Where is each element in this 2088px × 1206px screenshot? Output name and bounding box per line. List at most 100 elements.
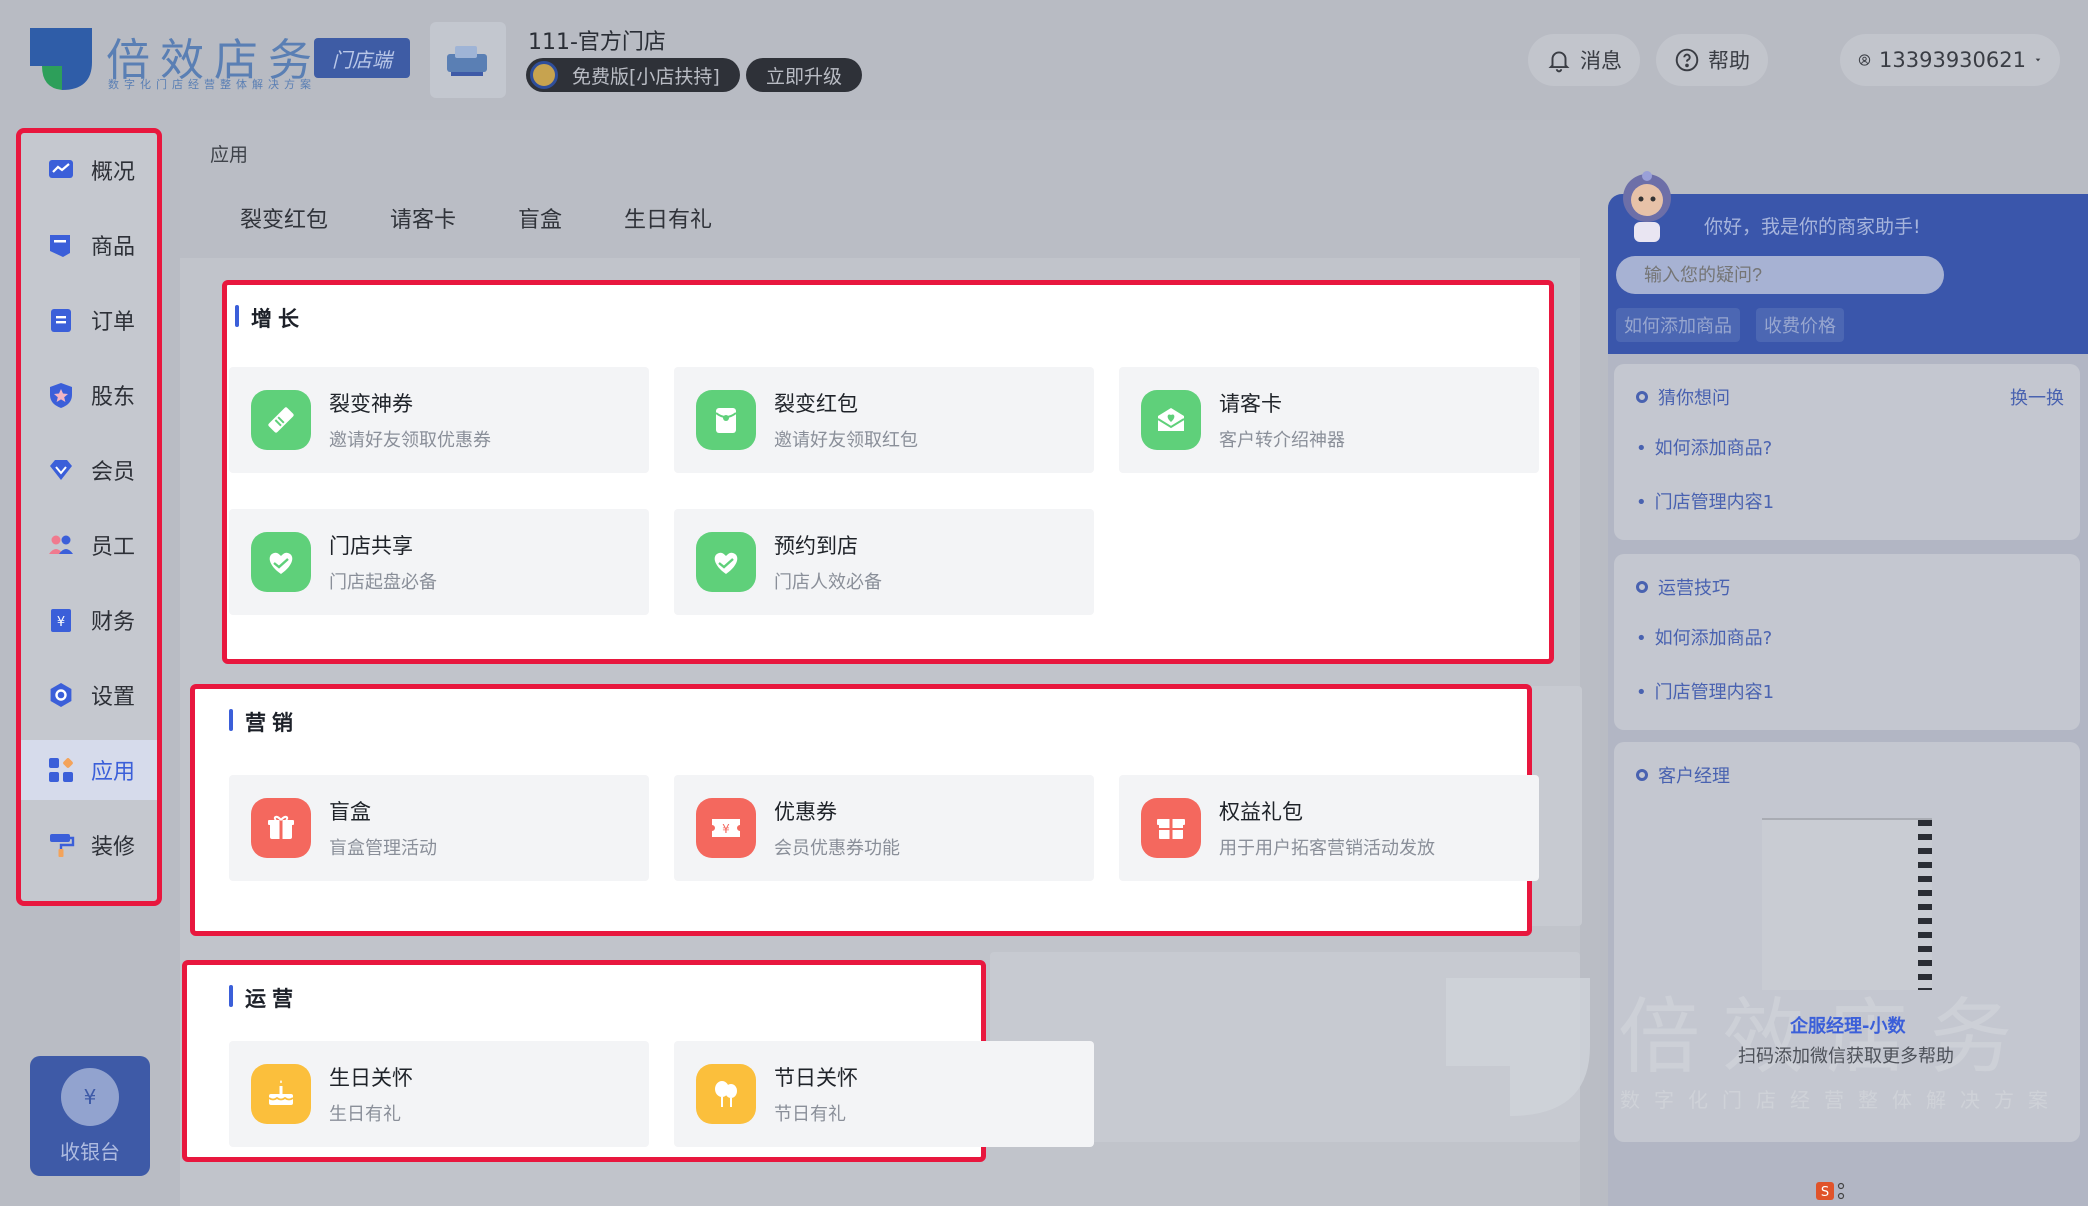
gift-box-icon bbox=[251, 798, 311, 858]
card-desc: 门店人效必备 bbox=[774, 572, 882, 593]
card-title: 客户经理 bbox=[1658, 766, 1730, 787]
red-envelope-icon bbox=[696, 390, 756, 450]
app-card-appointment[interactable]: 预约到店门店人效必备 bbox=[674, 509, 1094, 615]
sidebar-item-label: 财务 bbox=[91, 610, 136, 635]
sidebar-item-apps[interactable]: 应用 bbox=[21, 740, 157, 800]
plan-badge[interactable]: 免费版[小店扶持] bbox=[526, 58, 740, 92]
svg-text:¥: ¥ bbox=[722, 822, 730, 836]
brand-slogan: 数字化门店经营整体解决方案 bbox=[108, 78, 316, 91]
sidebar-item-staff[interactable]: 员工 bbox=[21, 515, 157, 575]
app-card-fission-coupon[interactable]: 裂变神券 邀请好友领取优惠券 bbox=[229, 367, 649, 473]
card-desc: 生日有礼 bbox=[329, 1104, 401, 1125]
app-card-benefit-pack[interactable]: 权益礼包用于用户拓客营销活动发放 bbox=[1119, 775, 1539, 881]
settings-icon bbox=[50, 683, 72, 707]
tab-blind-box[interactable]: 盲盒 bbox=[518, 202, 562, 234]
tab-fission-redpacket[interactable]: 裂变红包 bbox=[240, 202, 328, 234]
question-link[interactable]: 如何添加商品? bbox=[1636, 434, 1773, 460]
assistant-question-input[interactable] bbox=[1616, 256, 1944, 294]
cashier-icon: ¥ bbox=[61, 1067, 119, 1126]
store-thumbnail-icon bbox=[447, 46, 487, 76]
heart-hands-icon bbox=[696, 532, 756, 592]
card-desc: 用于用户拓客营销活动发放 bbox=[1219, 838, 1435, 859]
card-header: 运营技巧 bbox=[1636, 574, 1730, 600]
sidebar-item-overview[interactable]: 概况 bbox=[21, 140, 157, 200]
sidebar-item-orders[interactable]: 订单 bbox=[21, 290, 157, 350]
card-title: 优惠券 bbox=[774, 800, 837, 824]
section-marketing: 营销 盲盒 盲盒管理活动 ¥ 优惠券 会员优惠券功能 权益礼包用于用户拓客营销活动发… bbox=[190, 684, 1539, 936]
app-card-treat-card[interactable]: 请客卡 客户转介绍神器 bbox=[1119, 367, 1539, 473]
plan-label: 免费版[小店扶持] bbox=[572, 65, 720, 88]
sidebar-item-decorate[interactable]: 装修 bbox=[21, 815, 157, 875]
question-link[interactable]: 门店管理内容1 bbox=[1636, 488, 1774, 514]
cake-icon bbox=[251, 1064, 311, 1124]
chevron-down-icon bbox=[2035, 58, 2041, 62]
sidebar-item-shareholders[interactable]: 股东 bbox=[21, 365, 157, 425]
operation-tips-card: 运营技巧 如何添加商品? 门店管理内容1 bbox=[1614, 554, 2080, 730]
app-card-store-share[interactable]: 门店共享门店起盘必备 bbox=[229, 509, 649, 615]
store-end-tag: 门店端 bbox=[314, 38, 410, 78]
sidebar-item-label: 会员 bbox=[91, 460, 136, 485]
card-desc: 客户转介绍神器 bbox=[1219, 430, 1345, 451]
section-title: 营销 bbox=[229, 707, 299, 737]
cashier-button[interactable]: ¥ 收银台 bbox=[30, 1056, 150, 1176]
upgrade-button[interactable]: 立即升级 bbox=[746, 58, 862, 92]
app-card-blind-box[interactable]: 盲盒 盲盒管理活动 bbox=[229, 775, 649, 881]
app-card-birthday-care[interactable]: 生日关怀 生日有礼 bbox=[229, 1041, 649, 1147]
circle-icon bbox=[1636, 391, 1648, 403]
watermark-slogan: 数字化门店经营整体解决方案 bbox=[1620, 1088, 2062, 1112]
heart-hands-icon bbox=[251, 532, 311, 592]
user-icon bbox=[1858, 54, 1871, 66]
card-desc: 邀请好友领取红包 bbox=[774, 430, 918, 451]
card-title: 门店共享 bbox=[329, 534, 413, 558]
order-icon bbox=[51, 309, 71, 332]
tip-link[interactable]: 门店管理内容1 bbox=[1636, 678, 1774, 704]
help-label: 帮助 bbox=[1708, 49, 1750, 73]
card-header: 猜你想问 bbox=[1636, 384, 1730, 410]
breadcrumb: 应用 bbox=[210, 144, 249, 166]
card-desc: 门店起盘必备 bbox=[329, 572, 437, 593]
tip-link[interactable]: 如何添加商品? bbox=[1636, 624, 1773, 650]
card-header: 客户经理 bbox=[1636, 762, 1730, 788]
quick-question-add-goods[interactable]: 如何添加商品 bbox=[1616, 308, 1740, 342]
quick-question-pricing[interactable]: 收费价格 bbox=[1756, 308, 1844, 342]
messages-button[interactable]: 消息 bbox=[1528, 34, 1640, 86]
sidebar-item-members[interactable]: 会员 bbox=[21, 440, 157, 500]
sidebar-item-label: 股东 bbox=[91, 385, 136, 410]
app-card-holiday-care[interactable]: 节日关怀 节日有礼 bbox=[674, 1041, 1094, 1147]
card-title: 权益礼包 bbox=[1219, 800, 1303, 824]
staff-icon bbox=[49, 535, 73, 554]
card-title: 裂变红包 bbox=[774, 392, 858, 416]
watermark-logo-icon bbox=[1446, 978, 1590, 1116]
sidebar-item-settings[interactable]: 设置 bbox=[21, 665, 157, 725]
plan-medal-icon bbox=[530, 61, 558, 89]
svg-text:S: S bbox=[1821, 1185, 1829, 1200]
mail-heart-icon bbox=[1141, 390, 1201, 450]
store-avatar[interactable] bbox=[430, 22, 506, 98]
sidebar-item-finance[interactable]: ¥ 财务 bbox=[21, 590, 157, 650]
help-icon bbox=[1675, 48, 1699, 72]
card-title: 运营技巧 bbox=[1658, 578, 1730, 599]
shareholder-icon bbox=[50, 383, 72, 408]
wechat-qr-code bbox=[1762, 818, 1932, 990]
account-menu[interactable]: 13393930621 bbox=[1840, 34, 2060, 86]
app-card-fission-redpacket[interactable]: 裂变红包邀请好友领取红包 bbox=[674, 367, 1094, 473]
app-tabs: 裂变红包 请客卡 盲盒 生日有礼 bbox=[240, 202, 712, 234]
tab-treat-card[interactable]: 请客卡 bbox=[390, 202, 456, 234]
circle-icon bbox=[1636, 769, 1648, 781]
card-title: 预约到店 bbox=[774, 534, 858, 558]
app-card-coupon[interactable]: ¥ 优惠券 会员优惠券功能 bbox=[674, 775, 1094, 881]
robot-mascot-icon bbox=[1623, 171, 1671, 242]
swap-button[interactable]: 换一换 bbox=[2010, 384, 2064, 410]
sidebar-item-label: 订单 bbox=[91, 310, 136, 335]
sidebar-item-label: 商品 bbox=[91, 235, 136, 260]
sidebar-item-goods[interactable]: 商品 bbox=[21, 215, 157, 275]
sidebar-item-label: 概况 bbox=[91, 160, 136, 185]
yen-ticket-icon: ¥ bbox=[696, 798, 756, 858]
coupon-icon bbox=[251, 390, 311, 450]
apps-icon bbox=[49, 758, 73, 782]
card-desc: 盲盒管理活动 bbox=[329, 838, 437, 859]
help-button[interactable]: 帮助 bbox=[1656, 34, 1768, 86]
card-title: 生日关怀 bbox=[329, 1066, 413, 1090]
tab-birthday-gift[interactable]: 生日有礼 bbox=[624, 202, 712, 234]
svg-text:¥: ¥ bbox=[57, 615, 65, 630]
